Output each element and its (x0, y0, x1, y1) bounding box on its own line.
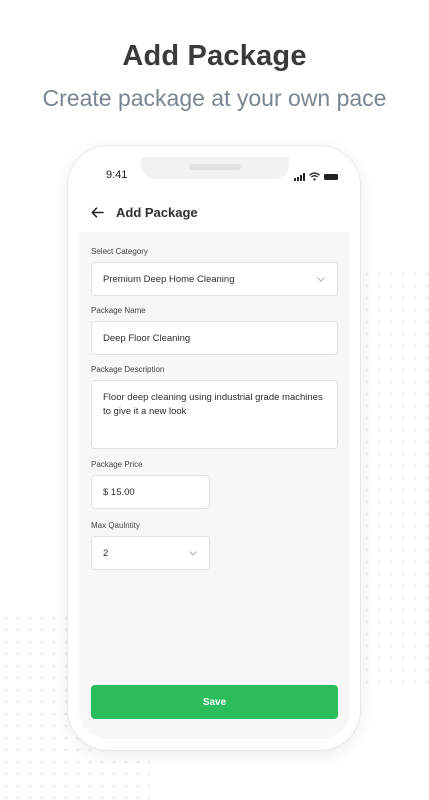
arrow-left-icon (90, 206, 104, 218)
wifi-icon (309, 168, 320, 186)
price-label: Package Price (91, 460, 143, 469)
nav-bar: Add Package (79, 197, 350, 227)
quantity-value: 2 (103, 547, 109, 559)
battery-icon (324, 174, 338, 180)
package-name-input[interactable]: Deep Floor Cleaning (91, 321, 338, 355)
category-value: Premium Deep Home Cleaning (103, 273, 235, 285)
status-time: 9:41 (106, 169, 128, 181)
chevron-down-icon (317, 277, 325, 282)
chevron-down-icon (189, 551, 197, 556)
phone-screen: 9:41 Add Package Select Category Premium… (79, 157, 350, 739)
package-name-value: Deep Floor Cleaning (103, 332, 191, 344)
package-name-label: Package Name (91, 306, 146, 315)
hero-subtitle: Create package at your own pace (42, 85, 387, 111)
save-button[interactable]: Save (91, 685, 338, 719)
quantity-select[interactable]: 2 (91, 536, 210, 570)
hero-text: Add Package Create package at your own p… (0, 40, 429, 112)
price-value: $ 15.00 (103, 486, 135, 498)
hero-title: Add Package (122, 40, 307, 72)
page-title: Add Package (116, 204, 198, 220)
status-icons (294, 168, 338, 186)
price-input[interactable]: $ 15.00 (91, 475, 210, 509)
quantity-label: Max Qaulntity (91, 521, 140, 530)
description-textarea[interactable]: Floor deep cleaning using industrial gra… (91, 380, 338, 449)
description-label: Package Description (91, 365, 165, 374)
phone-notch (141, 157, 289, 179)
signal-icon (294, 173, 305, 181)
back-button[interactable] (81, 197, 113, 227)
speaker-icon (189, 164, 241, 170)
dot-pattern-decoration (349, 268, 429, 688)
category-label: Select Category (91, 247, 148, 256)
category-select[interactable]: Premium Deep Home Cleaning (91, 262, 338, 296)
add-package-form: Select Category Premium Deep Home Cleani… (91, 247, 338, 570)
description-value: Floor deep cleaning using industrial gra… (103, 392, 323, 417)
